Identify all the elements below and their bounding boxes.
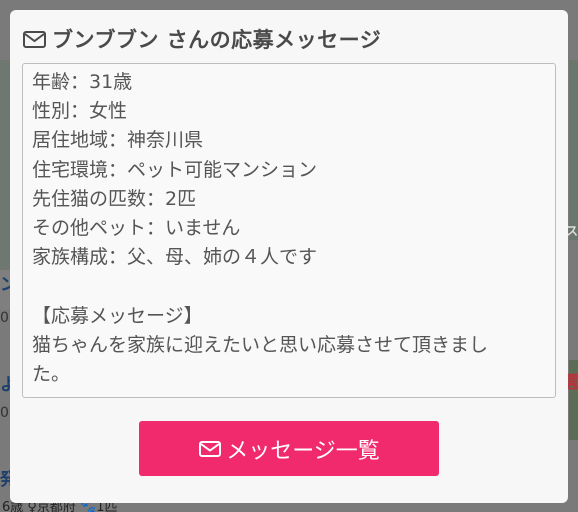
profile-housing: 住宅環境：ペット可能マンション <box>32 158 318 181</box>
profile-other-pets: その他ペット：いません <box>32 217 241 240</box>
background-text-fragment: 0 <box>0 405 9 421</box>
message-list-button[interactable]: メッセージ一覧 <box>139 421 439 476</box>
mail-icon <box>198 439 222 459</box>
message-heading: 【応募メッセージ】 <box>32 304 203 327</box>
message-body: 猫ちゃんを家族に迎えたいと思い応募させて頂きました。 <box>32 333 489 386</box>
profile-age: 年齢：31歳 <box>32 71 133 93</box>
mail-icon <box>22 29 48 49</box>
profile-region: 居住地域：神奈川県 <box>32 129 204 152</box>
profile-family: 家族構成：父、母、姉の４人です <box>32 246 318 269</box>
profile-cat-count: 先住猫の匹数：2匹 <box>32 187 197 210</box>
message-list-button-label: メッセージ一覧 <box>226 438 380 464</box>
message-modal: ブンブブン さんの応募メッセージ 年齢：31歳 性別：女性 居住地域：神奈川県 … <box>10 10 568 503</box>
background-image-right <box>569 60 578 240</box>
modal-header: ブンブブン さんの応募メッセージ <box>22 24 556 54</box>
background-text-fragment: 0 <box>0 310 9 326</box>
modal-title: ブンブブン さんの応募メッセージ <box>52 28 382 52</box>
profile-gender: 性別：女性 <box>32 100 128 123</box>
message-content-box: 年齢：31歳 性別：女性 居住地域：神奈川県 住宅環境：ペット可能マンション 先… <box>22 63 556 398</box>
